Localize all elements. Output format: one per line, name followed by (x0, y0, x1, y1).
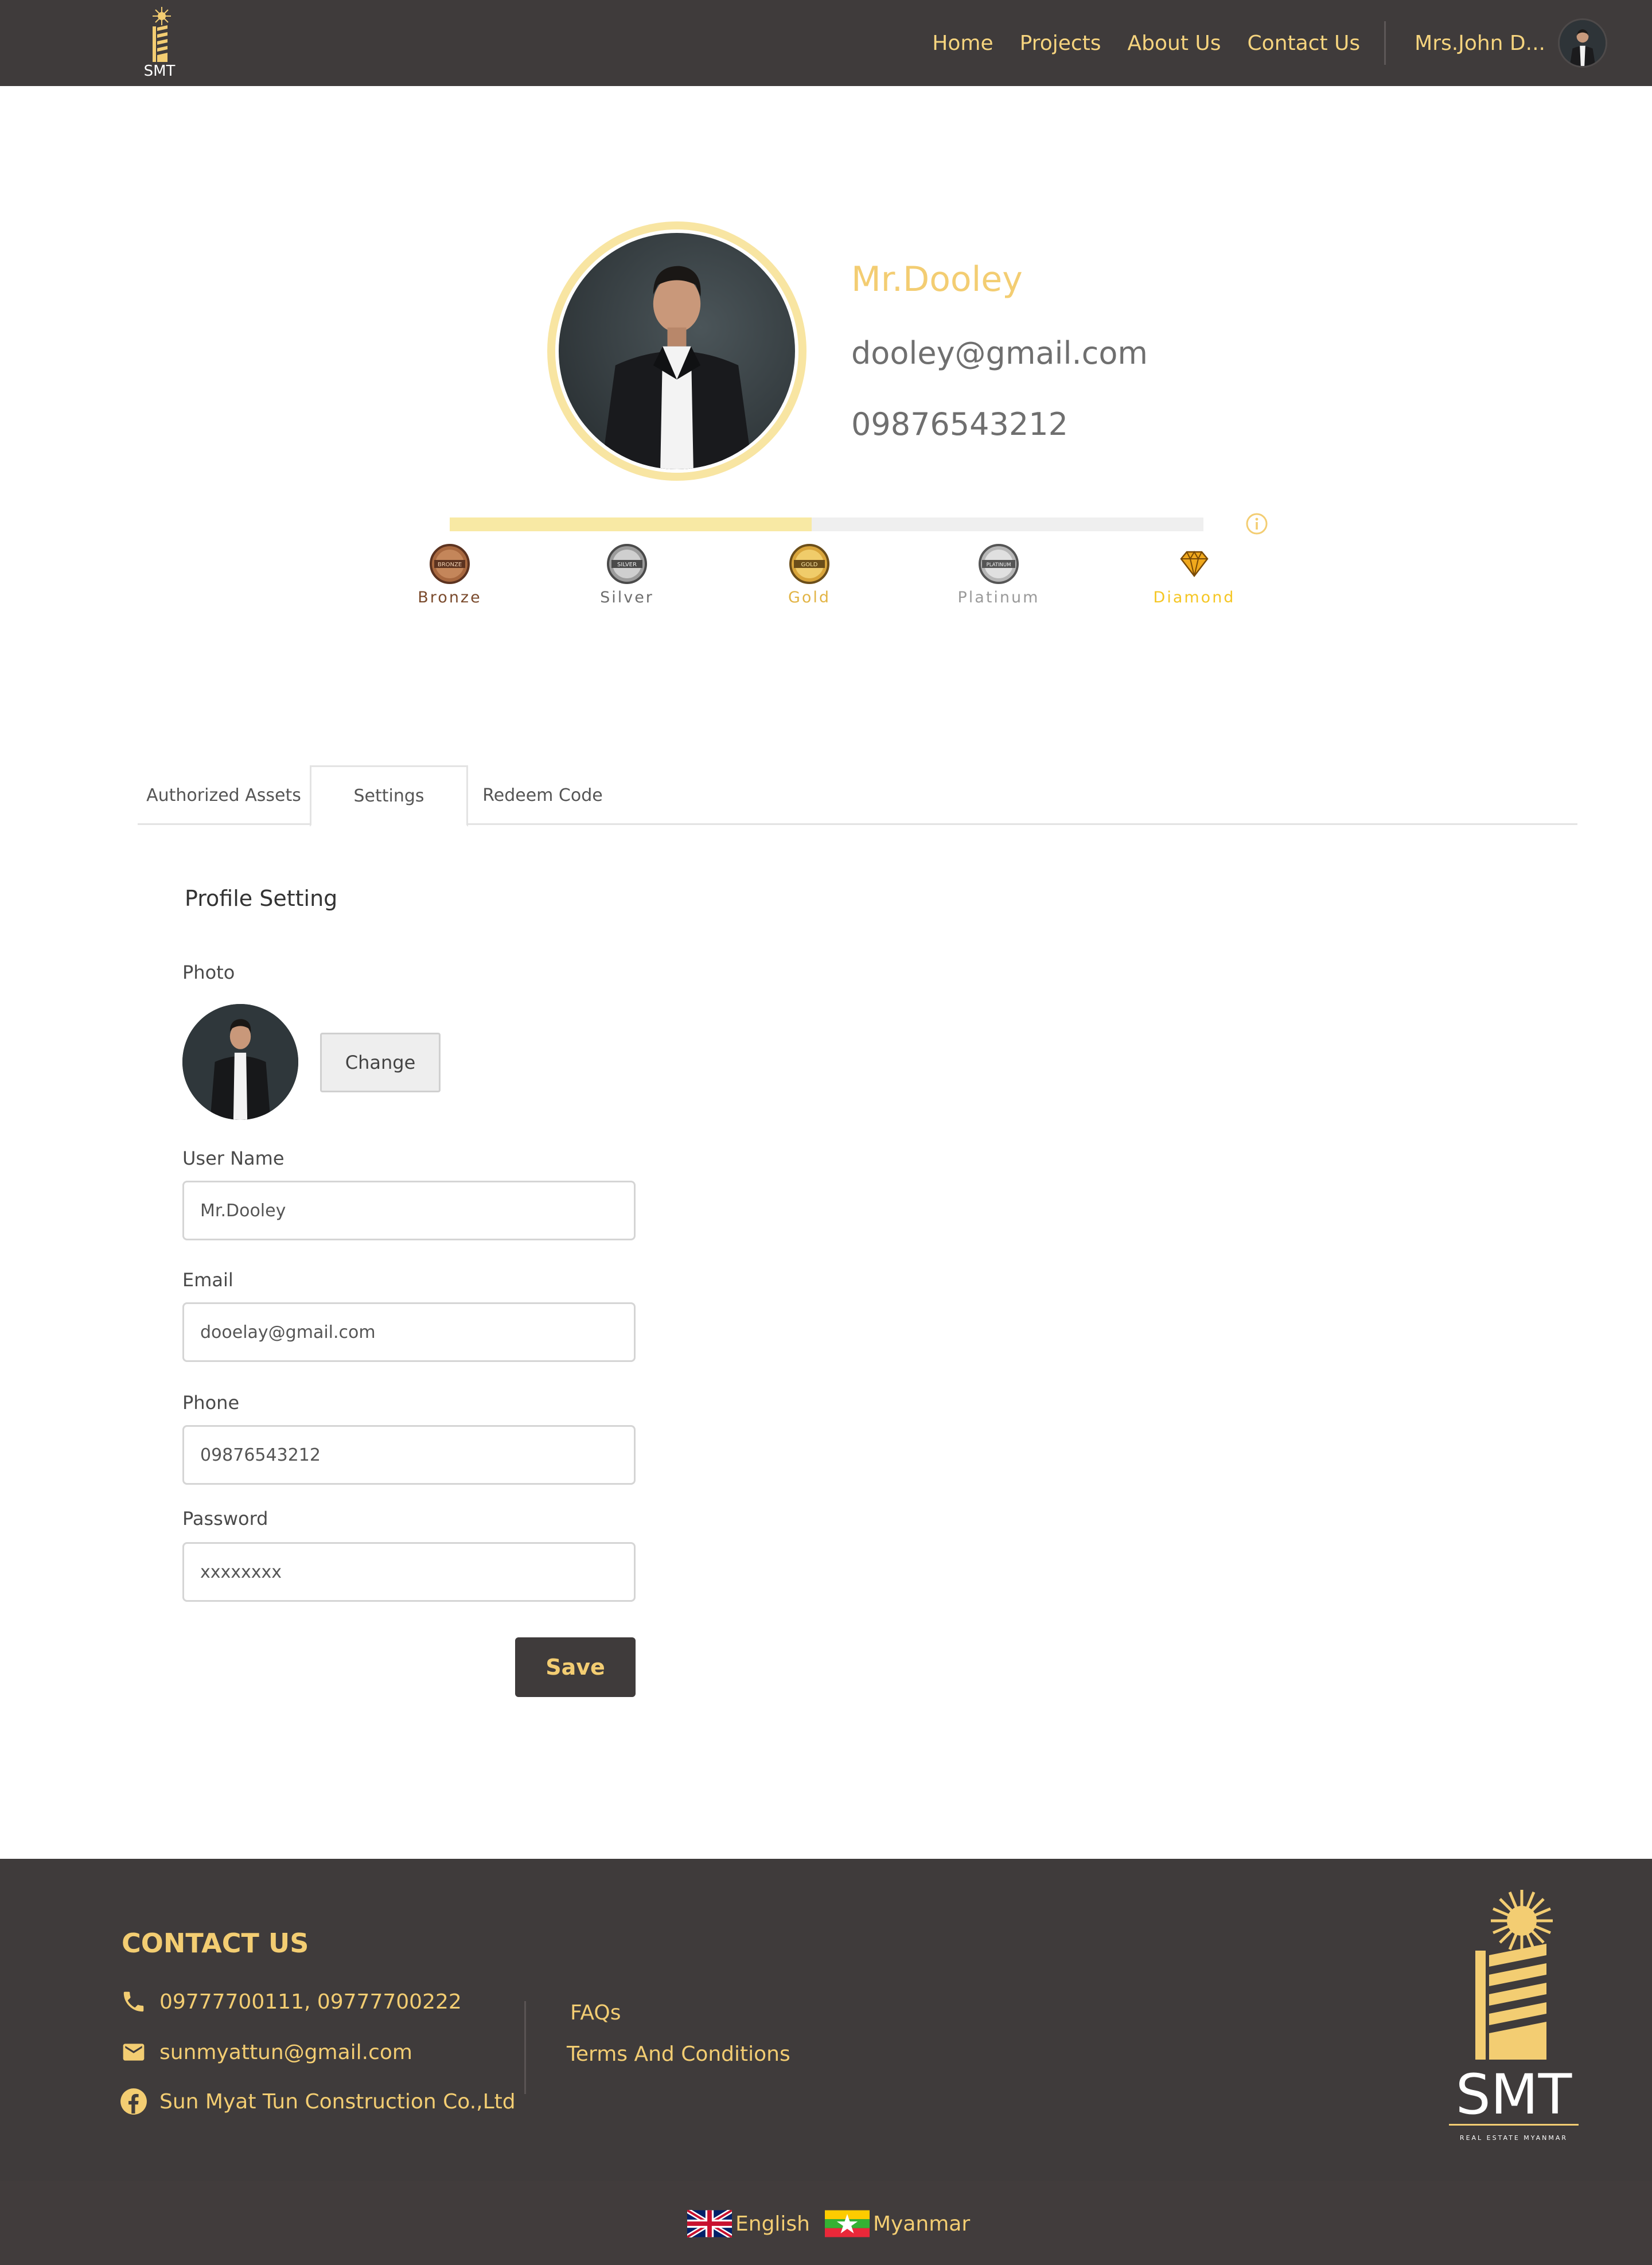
photo-label: Photo (182, 962, 235, 983)
email-label: Email (182, 1269, 233, 1291)
platinum-badge-icon: PLATINUM (979, 544, 1019, 584)
svg-text:REAL ESTATE MYANMAR: REAL ESTATE MYANMAR (1460, 2134, 1568, 2142)
phone-input[interactable]: 09876543212 (182, 1425, 636, 1485)
change-photo-button[interactable]: Change (320, 1033, 441, 1092)
profile-email: dooley@gmail.com (851, 335, 1148, 371)
profile-phone: 09876543212 (851, 406, 1068, 442)
language-english-label: English (735, 2212, 810, 2236)
svg-text:BRONZE: BRONZE (438, 562, 462, 568)
facebook-icon (118, 2086, 149, 2117)
profile-avatar-large (547, 221, 806, 481)
language-myanmar-label: Myanmar (873, 2212, 971, 2236)
svg-text:SMT: SMT (1456, 2062, 1572, 2127)
myanmar-flag-icon (825, 2210, 870, 2237)
smt-logo-large[interactable]: SMT REAL ESTATE MYANMAR (1449, 1889, 1579, 2147)
language-english[interactable]: English (687, 2210, 810, 2237)
profile-tabs: Authorized Assets Settings Redeem Code (138, 765, 1577, 827)
bronze-badge-icon: BRONZE (430, 544, 470, 584)
gold-badge-icon: GOLD (789, 544, 829, 584)
phone-icon (118, 1986, 149, 2017)
silver-badge-icon: SILVER (607, 544, 647, 584)
contact-title: CONTACT US (122, 1928, 309, 1959)
contact-phone-text: 09777700111, 09777700222 (159, 1990, 462, 2014)
nav-divider (1384, 21, 1386, 65)
tab-redeem-code[interactable]: Redeem Code (468, 765, 617, 825)
profile-name: Mr.Dooley (851, 259, 1023, 299)
terms-link[interactable]: Terms And Conditions (567, 2042, 790, 2066)
membership-progress-fill (450, 517, 812, 531)
footer-divider (524, 2001, 526, 2094)
section-title: Profile Setting (185, 886, 338, 911)
save-button[interactable]: Save (515, 1637, 636, 1697)
nav-projects[interactable]: Projects (1020, 32, 1101, 55)
password-label: Password (182, 1508, 268, 1530)
language-myanmar[interactable]: Myanmar (825, 2210, 970, 2237)
svg-text:PLATINUM: PLATINUM (987, 562, 1011, 568)
tab-authorized-assets[interactable]: Authorized Assets (138, 765, 310, 825)
contact-phone[interactable]: 09777700111, 09777700222 (118, 1986, 462, 2017)
tier-diamond: Diamond (1148, 543, 1240, 606)
faqs-link[interactable]: FAQs (570, 2001, 621, 2025)
info-icon[interactable] (1245, 512, 1269, 536)
tier-label-gold: Gold (788, 589, 831, 606)
mail-icon (118, 2037, 149, 2068)
contact-email-text: sunmyattun@gmail.com (159, 2040, 412, 2064)
diamond-icon (1180, 551, 1209, 578)
top-navbar: SMT Home Projects About Us Contact Us Mr… (0, 0, 1652, 86)
email-input[interactable]: dooelay@gmail.com (182, 1302, 636, 1362)
tier-label-bronze: Bronze (418, 589, 482, 606)
user-menu-name[interactable]: Mrs.John D... (1415, 32, 1545, 55)
tier-platinum: PLATINUM Platinum (953, 543, 1045, 606)
tier-silver: SILVER Silver (581, 543, 673, 606)
nav-home[interactable]: Home (932, 32, 993, 55)
user-avatar[interactable] (1558, 18, 1607, 68)
uk-flag-icon (687, 2210, 732, 2237)
svg-text:SMT: SMT (144, 63, 176, 80)
svg-text:GOLD: GOLD (801, 562, 818, 568)
svg-text:SILVER: SILVER (617, 562, 637, 568)
tier-gold: GOLD Gold (763, 543, 855, 606)
tier-label-silver: Silver (600, 589, 654, 606)
username-input[interactable]: Mr.Dooley (182, 1181, 636, 1240)
username-label: User Name (182, 1147, 285, 1169)
smt-logo[interactable]: SMT (137, 5, 182, 80)
contact-facebook-text: Sun Myat Tun Construction Co.,Ltd (159, 2089, 516, 2114)
contact-facebook[interactable]: Sun Myat Tun Construction Co.,Ltd (118, 2086, 516, 2117)
profile-photo-thumbnail (182, 1004, 298, 1120)
tier-label-diamond: Diamond (1153, 589, 1236, 606)
tier-label-platinum: Platinum (957, 589, 1040, 606)
nav-contact-us[interactable]: Contact Us (1248, 32, 1361, 55)
contact-email[interactable]: sunmyattun@gmail.com (118, 2037, 412, 2068)
tier-bronze: BRONZE Bronze (404, 543, 496, 606)
tab-settings[interactable]: Settings (310, 765, 468, 827)
footer: CONTACT US 09777700111, 09777700222 sunm… (0, 1859, 1652, 2265)
nav-about-us[interactable]: About Us (1128, 32, 1221, 55)
membership-progress-bar (450, 517, 1203, 531)
phone-label: Phone (182, 1392, 240, 1414)
main-nav: Home Projects About Us Contact Us Mrs.Jo… (906, 0, 1607, 86)
password-input[interactable]: xxxxxxxx (182, 1542, 636, 1602)
